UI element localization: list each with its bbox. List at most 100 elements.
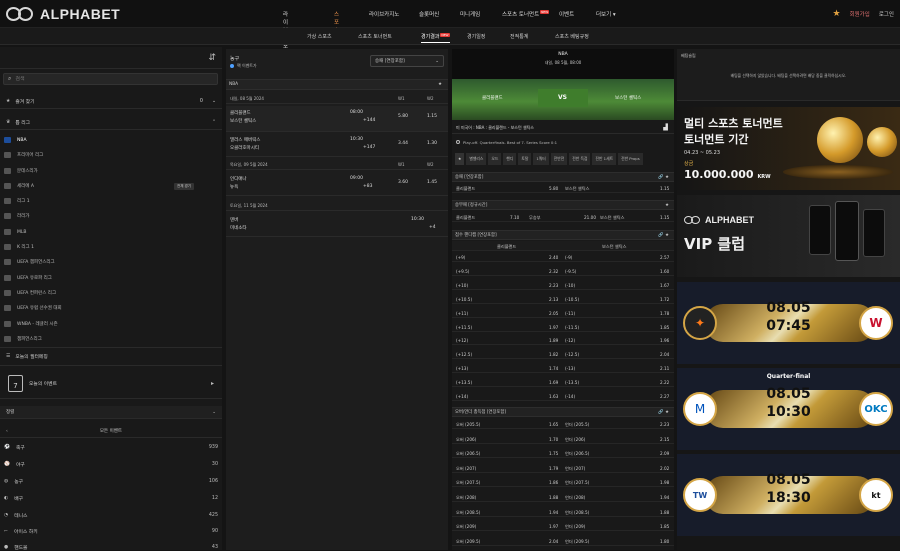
market-tab[interactable]: 1쿼터: [533, 153, 549, 165]
nav-events[interactable]: 이벤트: [559, 10, 574, 18]
odds-row[interactable]: (+13) 1.74 (-13) 2.11: [452, 363, 674, 374]
subnav-rules[interactable]: 스포츠 베팅규정: [555, 33, 589, 40]
join-button[interactable]: 회원가입: [850, 10, 870, 18]
outcome-odd[interactable]: 1.63: [549, 394, 558, 399]
nav-mini-games[interactable]: 미니게임: [460, 10, 480, 18]
outcome-odd[interactable]: 2.15: [660, 437, 669, 442]
odds-row[interactable]: (+9.5) 2.32 (-9.5) 1.60: [452, 266, 674, 276]
league-item[interactable]: NBA: [4, 137, 27, 143]
market-header[interactable]: 승패 [연장포함] 🔗 ★: [452, 172, 674, 182]
odds-row[interactable]: 오버 (208) 1.88 언더 (208) 1.94: [452, 492, 674, 502]
league-item[interactable]: UEFA 유럽 선수권 대회: [4, 305, 62, 311]
subnav-schedule[interactable]: 경기일정: [467, 33, 485, 40]
odd-w2[interactable]: 1.15: [427, 114, 437, 119]
outcome-odd[interactable]: 1.97: [549, 325, 558, 330]
market-header[interactable]: 승무패 [정규시간] ★: [452, 200, 674, 210]
sort-dropdown[interactable]: 정렬 ⌄: [0, 406, 222, 419]
outcome-odd[interactable]: 2.22: [660, 380, 669, 385]
market-tab[interactable]: 전반전: [550, 153, 568, 165]
league-item[interactable]: UEFA 컨퍼런스 리그: [4, 290, 56, 296]
star-icon[interactable]: ★: [438, 82, 442, 87]
outcome-odd[interactable]: 1.89: [549, 338, 558, 343]
outcome-odd[interactable]: 1.72: [660, 297, 669, 302]
outcome-odd[interactable]: 2.04: [549, 539, 558, 544]
outcome-odd[interactable]: 2.23: [549, 283, 558, 288]
outcome-odd[interactable]: 2.32: [549, 269, 558, 274]
match-banner[interactable]: Quarter-final M OKC 08.05 10:30: [677, 368, 900, 450]
odds-row[interactable]: (+9) 2.40 (-9) 2.57: [452, 252, 674, 262]
match-row[interactable]: 댈러스 매버릭스 오클라호마시티 10:30 +147 3.44 1.30: [226, 133, 448, 157]
outcome-odd[interactable]: 1.65: [549, 422, 558, 427]
sport-item[interactable]: ◍ 농구 106: [4, 478, 218, 485]
login-button[interactable]: 로그인: [879, 10, 894, 18]
outcome-odd[interactable]: 1.15: [660, 186, 669, 191]
filter-icon[interactable]: ⇵: [208, 53, 216, 63]
sport-item[interactable]: ⌐ 아이스 하키 90: [4, 528, 218, 535]
outcome-odd[interactable]: 2.40: [549, 255, 558, 260]
stats-icon[interactable]: ▟: [663, 124, 668, 131]
odds-row[interactable]: 클리블랜드 5.80 보스턴 셀틱스 1.15: [452, 183, 674, 193]
outcome-odd[interactable]: 2.57: [660, 255, 669, 260]
outcome-odd[interactable]: 2.04: [660, 352, 669, 357]
today-events-row[interactable]: 7 오늘의 이벤트 ▸: [0, 369, 222, 399]
favorites-row[interactable]: ★ 즐겨 찾기 0 ⌄: [0, 95, 222, 109]
top-leagues-header[interactable]: ♛ 톱 리그 ⌃: [0, 116, 222, 130]
match-banner[interactable]: ✦ W 08.05 07:45: [677, 282, 900, 364]
outcome-odd[interactable]: 1.74: [549, 366, 558, 371]
odds-row[interactable]: (+10) 2.23 (-10) 1.67: [452, 280, 674, 290]
league-item[interactable]: 프리미어 리그: [4, 152, 43, 158]
favorite-star-icon[interactable]: ★: [832, 9, 840, 19]
all-events-row[interactable]: ‹ 모든 이벤트: [0, 425, 222, 438]
more-markets[interactable]: +83: [363, 184, 373, 189]
brand-logo[interactable]: ALPHABET: [6, 6, 120, 22]
vip-banner[interactable]: ALPHABET VIP 클럽: [677, 195, 900, 277]
more-markets[interactable]: +4: [429, 225, 436, 230]
outcome-odd[interactable]: 1.67: [660, 283, 669, 288]
league-item[interactable]: UEFA 유로파 리그: [4, 275, 52, 281]
league-item[interactable]: 라리가: [4, 213, 29, 219]
odds-row[interactable]: 오버 (207.5) 1.86 언더 (207.5) 1.98: [452, 477, 674, 488]
live-toggle[interactable]: 팩 이벤트가: [230, 63, 257, 69]
outcome-odd[interactable]: 1.69: [549, 380, 558, 385]
subnav-stats[interactable]: 전적통계: [510, 33, 528, 40]
outcome-odd[interactable]: 1.86: [549, 480, 558, 485]
league-item[interactable]: 세리에 A 전체 경기: [4, 183, 194, 190]
odds-row[interactable]: 오버 (205.5) 1.65 언더 (205.5) 2.23: [452, 419, 674, 429]
more-markets[interactable]: +147: [363, 145, 375, 150]
odds-row[interactable]: 오버 (208.5) 1.94 언더 (208.5) 1.88: [452, 507, 674, 517]
market-tab[interactable]: 별밸리스: [466, 153, 487, 165]
odds-row[interactable]: (+14) 1.63 (-14) 2.27: [452, 391, 674, 401]
more-markets[interactable]: +144: [363, 118, 375, 123]
outcome-odd[interactable]: 1.75: [549, 451, 558, 456]
outcome-odd[interactable]: 1.94: [660, 495, 669, 500]
outcome-odd[interactable]: 1.85: [660, 325, 669, 330]
today-matching-row[interactable]: ☰ 오늘의 필터메칭: [0, 347, 222, 366]
outcome-odd[interactable]: 2.13: [549, 297, 558, 302]
odds-row[interactable]: (+12) 1.89 (-12) 1.96: [452, 335, 674, 346]
sport-item[interactable]: ⚽ 축구 939: [4, 444, 218, 451]
odds-row[interactable]: 클리블랜드 7.10 무승부 21.00 보스턴 셀틱스 1.15: [452, 212, 674, 222]
odds-row[interactable]: 오버 (206.5) 1.75 언더 (206.5) 2.09: [452, 448, 674, 459]
outcome-odd[interactable]: 21.00: [584, 215, 596, 220]
sport-item[interactable]: ◔ 테니스 425: [4, 512, 218, 519]
odds-row[interactable]: 오버 (209.5) 2.04 언더 (209.5) 1.80: [452, 536, 674, 546]
outcome-odd[interactable]: 7.10: [510, 215, 519, 220]
odd-w2[interactable]: 1.30: [427, 141, 437, 146]
search-input[interactable]: [15, 76, 196, 82]
outcome-odd[interactable]: 5.80: [549, 186, 558, 191]
market-tab[interactable]: 토탈: [518, 153, 532, 165]
market-tab[interactable]: 전반 Props: [618, 153, 643, 165]
outcome-odd[interactable]: 1.96: [660, 338, 669, 343]
outcome-odd[interactable]: 2.02: [660, 466, 669, 471]
odds-row[interactable]: (+10.5) 2.13 (-10.5) 1.72: [452, 294, 674, 304]
league-item[interactable]: MLB: [4, 229, 26, 235]
subnav-sports-tournament[interactable]: 스포츠 토너먼트: [358, 33, 392, 40]
league-item[interactable]: WNBA - 레귤러 시즌: [4, 321, 58, 327]
market-tab[interactable]: 전반 1세트: [592, 153, 617, 165]
odd-w1[interactable]: 3.60: [398, 180, 408, 185]
subnav-results[interactable]: 경기결과 NEW: [421, 33, 450, 43]
market-tab[interactable]: 오드: [488, 153, 502, 165]
match-row[interactable]: 클리블랜드 보스턴 셀틱스 08:00 +144 5.80 1.15: [226, 106, 448, 132]
search-box[interactable]: ⌕: [3, 73, 218, 85]
outcome-odd[interactable]: 1.94: [549, 510, 558, 515]
